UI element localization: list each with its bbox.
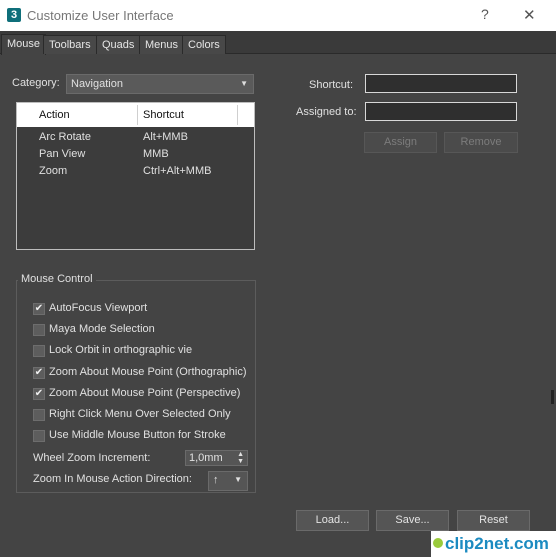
shortcut-cell: Alt+MMB <box>143 131 188 143</box>
tab-quads[interactable]: Quads <box>96 35 141 54</box>
checkbox-icon[interactable] <box>33 409 45 421</box>
list-header: Action Shortcut <box>17 103 254 127</box>
remove-button[interactable]: Remove <box>444 132 518 153</box>
help-button[interactable]: ? <box>481 6 489 22</box>
assign-button[interactable]: Assign <box>364 132 437 153</box>
zoom-direction-label: Zoom In Mouse Action Direction: <box>33 473 192 485</box>
column-header-action[interactable]: Action <box>39 109 70 121</box>
checkbox-icon[interactable] <box>33 430 45 442</box>
action-cell: Pan View <box>39 148 86 160</box>
title-bar: 3 Customize User Interface ? ✕ <box>0 0 556 31</box>
spinner-arrows-icon[interactable]: ▲ ▼ <box>237 451 244 465</box>
load-button[interactable]: Load... <box>296 510 369 531</box>
tab-bar: Mouse Toolbars Quads Menus Colors <box>0 31 556 55</box>
zoom-direction-dropdown[interactable]: ↑ ▼ <box>208 471 248 491</box>
checkbox-icon[interactable] <box>33 324 45 336</box>
category-label: Category: <box>12 77 60 89</box>
chevron-down-icon: ▼ <box>240 79 248 88</box>
tab-menus[interactable]: Menus <box>139 35 185 54</box>
wheel-zoom-spinner[interactable]: 1,0mm ▲ ▼ <box>185 450 248 466</box>
action-list[interactable]: Action Shortcut Arc Rotate Alt+MMB Pan V… <box>16 102 255 250</box>
checkbox-label: Zoom About Mouse Point (Orthographic) <box>49 366 247 378</box>
save-button[interactable]: Save... <box>376 510 449 531</box>
checkbox-icon[interactable]: ✔ <box>33 367 45 379</box>
checkbox-label: Right Click Menu Over Selected Only <box>49 408 231 420</box>
shortcut-label: Shortcut: <box>309 79 354 91</box>
action-cell: Arc Rotate <box>39 131 91 143</box>
checkbox-icon[interactable] <box>33 345 45 357</box>
checkbox-label: AutoFocus Viewport <box>49 302 148 314</box>
checkbox-icon[interactable]: ✔ <box>33 303 45 315</box>
mouse-control-title: Mouse Control <box>18 273 96 285</box>
chevron-down-icon: ▼ <box>234 475 242 484</box>
column-header-shortcut[interactable]: Shortcut <box>143 109 184 121</box>
resize-edge <box>551 390 554 404</box>
wheel-zoom-label: Wheel Zoom Increment: <box>33 452 151 464</box>
checkbox-label: Use Middle Mouse Button for Stroke <box>49 429 226 441</box>
checkbox-icon[interactable]: ✔ <box>33 388 45 400</box>
action-cell: Zoom <box>39 165 68 177</box>
column-divider <box>137 105 138 125</box>
checkbox-label: Lock Orbit in orthographic vie <box>49 344 193 356</box>
checkbox-label: Zoom About Mouse Point (Perspective) <box>49 387 241 399</box>
watermark-text: clip2net.com <box>445 534 549 553</box>
category-value: Navigation <box>71 78 123 90</box>
watermark: clip2net.com <box>431 531 556 557</box>
arrow-up-icon: ↑ <box>213 474 219 486</box>
window-title: Customize User Interface <box>27 8 174 23</box>
clip2net-logo-icon <box>433 538 443 548</box>
category-dropdown[interactable]: Navigation ▼ <box>66 74 254 94</box>
tab-toolbars[interactable]: Toolbars <box>43 35 97 54</box>
checkbox-label: Maya Mode Selection <box>49 323 155 335</box>
list-item[interactable]: Zoom Ctrl+Alt+MMB <box>17 163 254 180</box>
reset-button[interactable]: Reset <box>457 510 530 531</box>
wheel-zoom-value: 1,0mm <box>189 452 223 464</box>
list-item[interactable]: Arc Rotate Alt+MMB <box>17 129 254 146</box>
tab-mouse[interactable]: Mouse <box>1 34 47 55</box>
app-icon: 3 <box>7 8 21 22</box>
assigned-to-label: Assigned to: <box>296 106 357 118</box>
shortcut-cell: Ctrl+Alt+MMB <box>143 165 212 177</box>
assigned-to-field[interactable] <box>365 102 517 121</box>
tab-colors[interactable]: Colors <box>182 35 226 54</box>
shortcut-cell: MMB <box>143 148 169 160</box>
column-divider <box>237 105 238 125</box>
list-item[interactable]: Pan View MMB <box>17 146 254 163</box>
shortcut-field[interactable] <box>365 74 517 93</box>
close-button[interactable]: ✕ <box>523 6 536 24</box>
